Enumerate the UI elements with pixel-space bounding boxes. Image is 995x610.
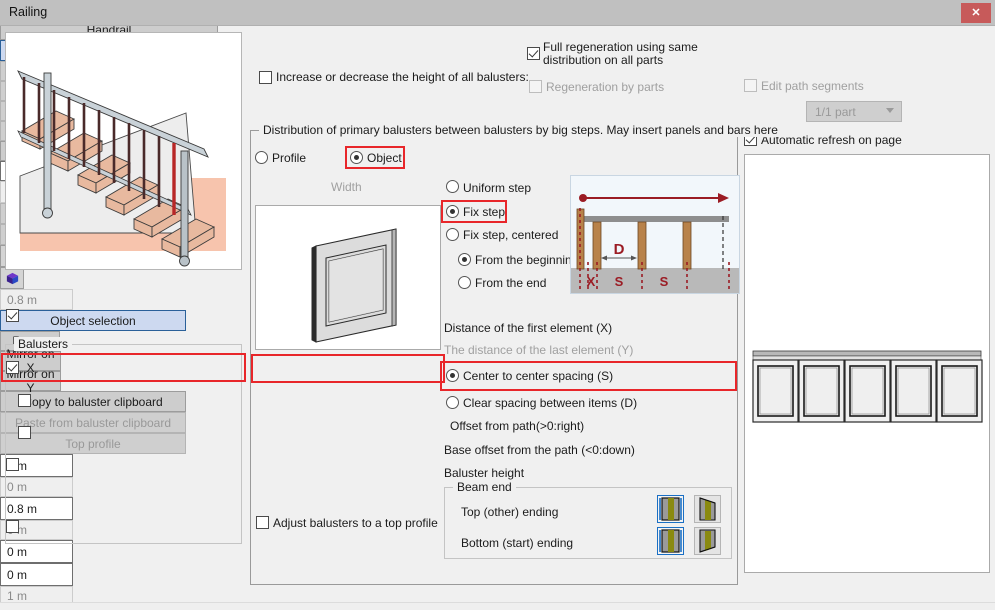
fix-step-centered-label: Fix step, centered [463,228,558,242]
balusters-by-big-steps-checkbox[interactable] [6,520,19,533]
object-preview-panel [255,205,441,350]
center-to-center-radio[interactable] [446,369,459,382]
stair-railing-illustration [6,33,241,269]
top-ending-label: Top (other) ending [461,505,558,519]
spacing-diagram-svg: D X S S [571,176,739,293]
increase-decrease-checkbox[interactable] [259,71,272,84]
full-regeneration-checkbox[interactable] [527,47,540,60]
diagram-label-d: D [614,241,625,258]
uniform-step-label: Uniform step [463,181,531,195]
top-ending-angled-icon[interactable] [694,495,721,523]
beam-end-straight-glyph-2 [658,528,683,554]
profile-radio[interactable] [255,151,268,164]
newel-posts-checkbox[interactable] [6,458,19,471]
width-label: Width [331,180,362,194]
panels-and-bars-checkbox[interactable] [18,426,31,439]
diagram-label-x: X [587,274,596,289]
beam-end-angled-glyph [695,496,720,522]
bottom-ending-label: Bottom (start) ending [461,536,573,550]
primary-balusters-checkbox[interactable] [6,361,19,374]
cube-glyph [5,271,20,286]
field-label-4: Offset from path(>0:right) [450,419,584,433]
full-regeneration-label: Full regeneration using same distributio… [543,41,698,67]
beam-end-group-title: Beam end [453,480,516,494]
edit-path-segments-checkbox [744,79,757,92]
uniform-step-radio[interactable] [446,180,459,193]
clear-spacing-radio[interactable] [446,396,459,409]
chevron-down-icon [886,108,894,113]
railing-preview-panel[interactable] [744,154,990,573]
from-the-end-radio[interactable] [458,276,471,289]
automatic-refresh-label: Automatic refresh on page [761,133,902,147]
handrail-checkbox[interactable] [6,309,19,322]
from-the-beginning-radio[interactable] [458,253,471,266]
diagram-label-s1: S [615,274,624,289]
adjust-to-top-profile-checkbox[interactable] [256,516,269,529]
railing-dialog: Railing ✕ [0,0,995,610]
object-radio[interactable] [350,151,363,164]
3d-cube-icon[interactable] [0,267,24,289]
diagram-label-s2: S [660,274,669,289]
from-the-end-label: From the end [475,276,546,290]
part-selector-dropdown: 1/1 part [806,101,902,122]
field-label-1: The distance of the last element (Y) [444,343,633,357]
part-selector-value: 1/1 part [815,105,856,119]
fix-step-centered-radio[interactable] [446,228,459,241]
width-field: 0.8 m [0,289,73,310]
horizontal-scrollbar[interactable] [0,602,995,610]
from-the-beginning-label: From the beginning [475,253,578,267]
field-label-3: Clear spacing between items (D) [463,396,637,410]
object-label: Object [367,151,402,165]
fix-step-radio[interactable] [446,205,459,218]
spacing-diagram: D X S S [570,175,740,294]
window-title: Railing [9,5,47,19]
balusters-group: Balusters [5,344,242,544]
railing-panels-illustration [745,155,989,572]
field-value-5[interactable]: 0 m [0,563,73,586]
intermediate-balusters-checkbox[interactable] [18,394,31,407]
field-label-0: Distance of the first element (X) [444,321,612,335]
increase-decrease-label: Increase or decrease the height of all b… [276,70,529,84]
field-label-6: Baluster height [444,466,524,480]
beam-end-angled-glyph-2 [695,528,720,554]
top-ending-straight-icon[interactable] [657,495,684,523]
adjust-to-top-profile-label: Adjust balusters to a top profile [273,516,438,530]
stair-preview-panel [5,32,242,270]
bottom-ending-straight-icon[interactable] [657,527,684,555]
balusters-group-title: Balusters [14,337,72,351]
field-label-5: Base offset from the path (<0:down) [444,443,635,457]
full-regeneration-line1: Full regeneration using same [543,40,698,54]
edit-path-segments-label: Edit path segments [761,79,864,93]
object-selection-button[interactable]: Object selection [0,310,186,331]
bottom-ending-angled-icon[interactable] [694,527,721,555]
beam-end-straight-glyph [658,496,683,522]
regeneration-by-parts-checkbox [529,80,542,93]
full-regeneration-line2: distribution on all parts [543,53,663,67]
field-label-2: Center to center spacing (S) [463,369,613,383]
profile-label: Profile [272,151,306,165]
close-icon[interactable]: ✕ [961,3,991,23]
fix-step-label: Fix step [463,205,505,219]
baluster-panel-illustration [256,206,440,349]
title-bar: Railing ✕ [0,0,995,26]
regeneration-by-parts-label: Regeneration by parts [546,80,664,94]
distribution-group-title: Distribution of primary balusters betwee… [259,123,782,137]
